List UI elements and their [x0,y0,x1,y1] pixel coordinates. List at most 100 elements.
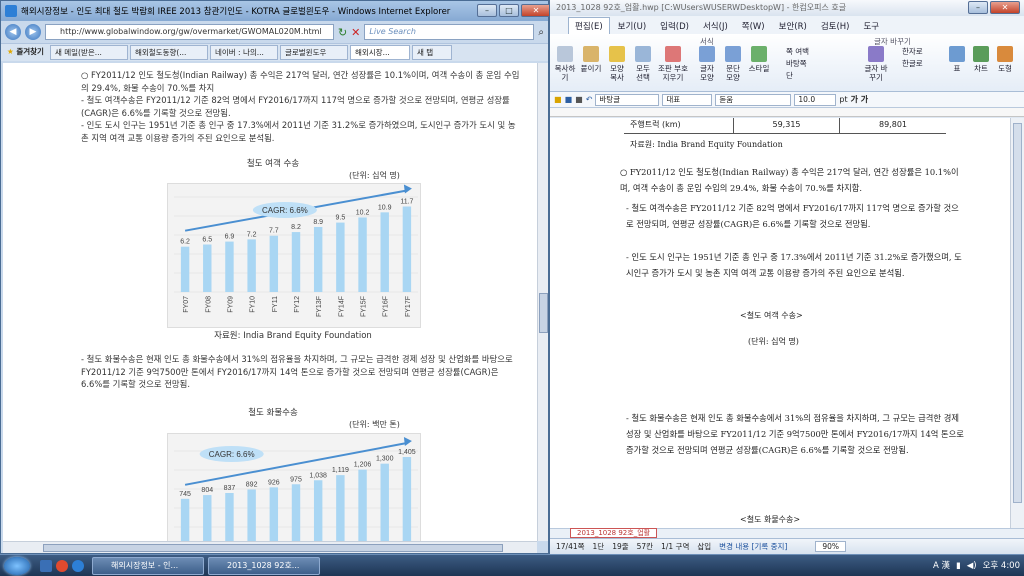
menu-tab-insert[interactable]: 입력(D) [654,18,695,34]
hwp-title-bar[interactable]: 2013_1028 92호_업활.hwp [C:WUsersWUSERWDesk… [550,0,1024,16]
chart1-title: 철도 여객 수송 [246,159,300,169]
clock[interactable]: 오후 4:00 [983,557,1020,575]
scroll-thumb[interactable] [43,544,503,552]
ie-tab-bar: ★ 즐겨찾기 새 메일(받은... 해외철도동향(... 네이버 : 나의...… [1,43,548,61]
page-margin-button[interactable]: 쪽 여백 [786,46,809,58]
scroll-thumb[interactable] [539,293,548,333]
bullet-text: ○ FY2011/12 인도 철도청(Indian Railway) 총 수익은… [81,70,520,93]
close-icon[interactable]: ✕ [521,4,551,17]
browser-icon[interactable] [56,560,68,572]
address-bar[interactable]: http://www.globalwindow.org/gw/overmarke… [45,24,334,40]
to-hangul-button[interactable]: 한글로 [902,58,923,70]
font-size-input[interactable]: 10.0 [794,93,837,106]
bar [247,239,256,292]
document-tab[interactable]: 2013_1028 92호_업활 [570,528,658,538]
save-icon[interactable]: ■ [565,95,573,104]
close-icon[interactable]: ✕ [990,1,1020,14]
chart1-source: 자료원: India Brand Equity Foundation [214,331,372,341]
minimize-icon[interactable]: – [968,1,988,14]
menu-tab-security[interactable]: 보안(R) [773,18,813,34]
ie-tab-active[interactable]: 해외시장... [349,45,410,60]
folder-icon[interactable]: ■ [554,95,562,104]
bold-italic-buttons[interactable]: 가 가 [851,94,869,105]
ie-tab[interactable]: 해외철도동향(... [129,45,208,60]
menu-tab-view[interactable]: 보기(U) [612,18,653,34]
hwp-document-page[interactable]: 주행트럭 (km) 59,315 89,801 자료원: India Brand… [550,118,1010,528]
paste-icon [583,46,599,62]
back-icon[interactable]: ◀ [5,24,21,40]
data-label: 6.9 [225,234,235,241]
zoom-level[interactable]: 90% [815,541,847,552]
data-label: 1,119 [332,467,349,474]
status-insert-mode[interactable]: 삽입 [697,541,711,552]
start-button[interactable] [4,557,30,575]
desktop-icon[interactable] [40,560,52,572]
ie-tab-new[interactable]: 새 탭 [411,45,452,60]
menu-tab-page[interactable]: 쪽(W) [736,18,771,34]
x-tick-label: FY17F [405,296,412,317]
search-input[interactable]: Live Search [364,24,535,40]
ie-icon[interactable] [72,560,84,572]
bar [225,241,234,292]
status-track-changes[interactable]: 변경 내용 [기록 중지] [719,541,787,552]
ie-window-title: 해외시장정보 - 인도 최대 철도 박람회 IREE 2013 참관기인도 - … [21,7,451,17]
chart-button[interactable]: 차트 [974,64,988,73]
ie-tab[interactable]: 새 메일(받은... [49,45,128,60]
ie-app-icon [5,5,17,17]
shape-button[interactable]: 도형 [998,64,1012,73]
ime-indicator[interactable]: A 漢 [933,557,950,575]
menu-tab-review[interactable]: 검토(H) [815,18,856,34]
doc-paragraph: - 철도 여객수송은 FY2011/12 기준 82억 명에서 FY2016/1… [626,203,959,229]
para-shape-button[interactable]: 문단 모양 [726,64,740,82]
copy-button[interactable]: 복사하기 [555,64,576,82]
format-copy-button[interactable]: 모양 복사 [610,64,624,82]
select-all-button[interactable]: 모두 선택 [636,64,650,82]
lang-select[interactable]: 대표 [662,93,713,106]
menu-tab-tools[interactable]: 도구 [857,18,885,34]
font-select[interactable]: 돋움 [715,93,792,106]
to-hanja-button[interactable]: 한자로 [902,46,923,58]
table-button[interactable]: 표 [954,64,961,73]
taskbar-item-ie[interactable]: 해외시장정보 - 인... [92,557,204,575]
menu-tab-format[interactable]: 서식(J) [697,18,734,34]
menu-tab-edit[interactable]: 편집(E) [568,17,610,34]
x-tick-label: FY14F [338,296,345,317]
volume-icon[interactable]: ◀) [967,557,977,575]
columns-button[interactable]: 단 [786,70,809,82]
print-icon[interactable]: ■ [575,95,583,104]
network-icon[interactable]: ▮ [956,557,961,575]
ie-tab[interactable]: 글로벌윈도우 [279,45,348,60]
stop-icon[interactable]: ✕ [351,26,360,39]
status-page: 17/41쪽 [556,542,585,551]
ie-vertical-scrollbar[interactable] [537,63,548,541]
ie-tab[interactable]: 네이버 : 나의... [209,45,278,60]
forward-icon[interactable]: ▶ [25,24,41,40]
search-icon[interactable]: ⌕ [538,27,544,38]
ie-horizontal-scrollbar[interactable] [3,541,537,553]
table-icon [949,46,965,62]
replace-chars-button[interactable]: 글자 바꾸기 [864,64,887,82]
favorites-button[interactable]: ★ 즐겨찾기 [3,45,48,60]
style-select[interactable]: 바탕글 [595,93,660,106]
ie-window: 해외시장정보 - 인도 최대 철도 박람회 IREE 2013 참관기인도 - … [0,0,551,554]
char-shape-button[interactable]: 글자 모양 [700,64,714,82]
scroll-thumb[interactable] [1013,123,1022,503]
document-tab-bar: 2013_1028 92호_업활 [550,528,1024,538]
master-page-button[interactable]: 바탕쪽 [786,58,809,70]
maximize-icon[interactable]: □ [499,4,519,17]
ie-title-bar[interactable]: 해외시장정보 - 인도 최대 철도 박람회 IREE 2013 참관기인도 - … [1,1,548,21]
star-icon: ★ [7,47,14,56]
undo-icon[interactable]: ↶ [586,95,593,104]
hwp-vertical-scrollbar[interactable] [1010,118,1024,528]
x-tick-label: FY07 [183,296,190,313]
style-button[interactable]: 스타일 [749,64,770,73]
clear-codes-button[interactable]: 조판 부호 지우기 [658,64,688,82]
paste-button[interactable]: 붙이기 [581,64,602,73]
x-tick-label: FY11 [272,296,279,312]
hwp-window: 2013_1028 92호_업활.hwp [C:WUsersWUSERWDesk… [549,0,1024,554]
taskbar-item-hwp[interactable]: 2013_1028 92호... [208,557,320,575]
refresh-icon[interactable]: ↻ [338,26,347,39]
favorites-label: 즐겨찾기 [16,47,44,56]
bar [336,222,345,292]
minimize-icon[interactable]: – [477,4,497,17]
